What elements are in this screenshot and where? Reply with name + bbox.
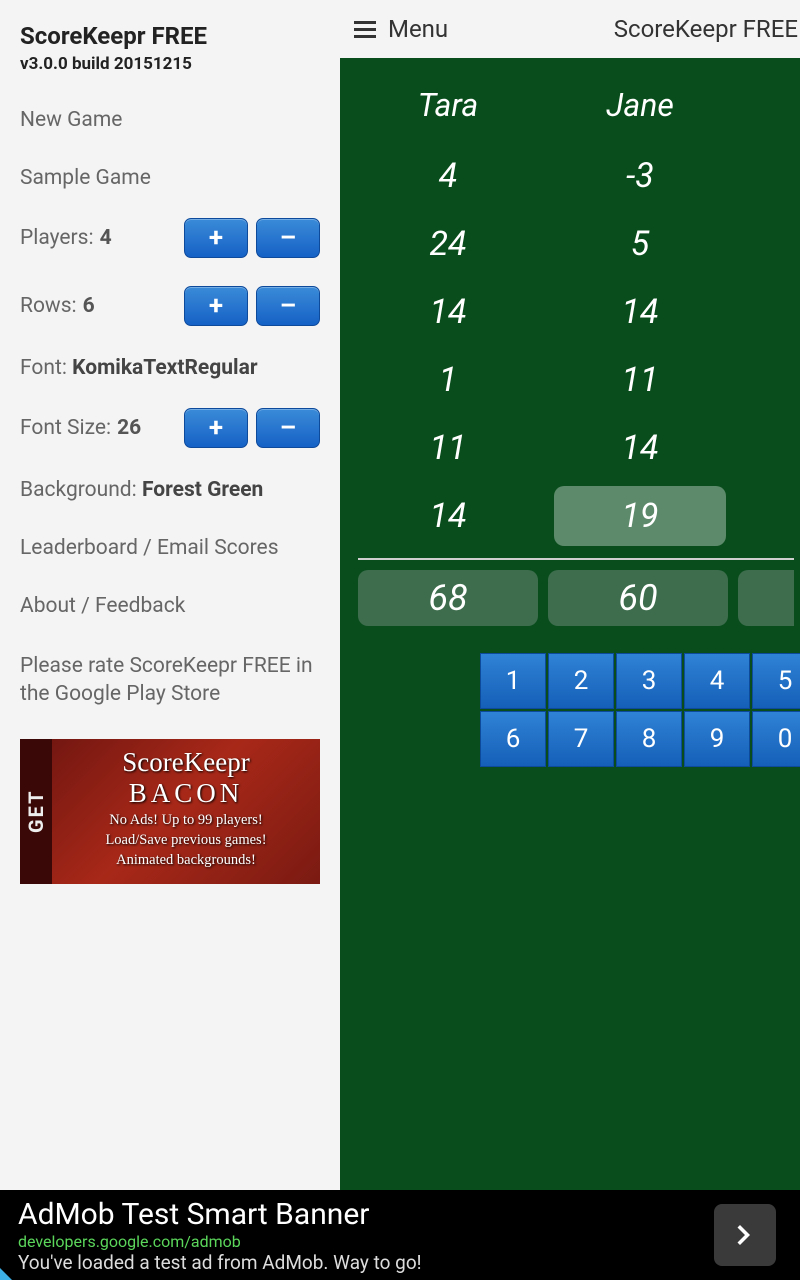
leaderboard-link[interactable]: Leaderboard / Email Scores [20, 536, 320, 560]
promo-line1: No Ads! Up to 99 players! [58, 811, 314, 829]
keypad-key-8[interactable]: 8 [616, 711, 682, 767]
ad-description: You've loaded a test ad from AdMob. Way … [18, 1251, 422, 1274]
promo-get-label: GET [20, 739, 52, 884]
new-game-link[interactable]: New Game [20, 108, 320, 132]
font-size-value: 26 [117, 416, 141, 440]
font-value: KomikaTextRegular [72, 356, 257, 380]
keypad-key-4[interactable]: 4 [684, 653, 750, 709]
players-plus-button[interactable]: + [184, 218, 248, 258]
main-header: Menu ScoreKeepr FREE [340, 0, 800, 58]
score-cell[interactable]: 1 [354, 346, 542, 414]
player-total: 60 [548, 570, 728, 626]
menu-label[interactable]: Menu [388, 15, 448, 43]
keypad-key-1[interactable]: 1 [480, 653, 546, 709]
total-divider [358, 558, 794, 560]
player-column: Jane-3514111419 [546, 78, 734, 550]
players-setting: Players: 4 + – [20, 218, 320, 258]
rate-link[interactable]: Please rate ScoreKeepr FREE in the Googl… [20, 652, 320, 709]
score-cell[interactable]: 24 [354, 210, 542, 278]
rows-label: Rows: [20, 294, 77, 318]
font-size-label: Font Size: [20, 416, 111, 440]
header-app-title: ScoreKeepr FREE [614, 15, 798, 43]
promo-subtitle: BACON [58, 778, 314, 809]
sidebar: ScoreKeepr FREE v3.0.0 build 20151215 Ne… [0, 0, 340, 1190]
sample-game-link[interactable]: Sample Game [20, 166, 320, 190]
score-cell[interactable]: 4 [354, 142, 542, 210]
font-size-minus-button[interactable]: – [256, 408, 320, 448]
score-cell[interactable]: 14 [354, 482, 542, 550]
promo-line3: Animated backgrounds! [58, 851, 314, 869]
player-name[interactable]: Tara [354, 78, 542, 142]
score-cell[interactable]: 14 [354, 278, 542, 346]
player-column: Tara4241411114 [354, 78, 542, 550]
player-total: 68 [358, 570, 538, 626]
score-cell[interactable]: 11 [546, 346, 734, 414]
keypad-key-0[interactable]: 0 [752, 711, 800, 767]
keypad-key-5[interactable]: 5 [752, 653, 800, 709]
keypad-key-6[interactable]: 6 [480, 711, 546, 767]
main: Menu ScoreKeepr FREE Tara4241411114Jane-… [340, 0, 800, 1190]
ad-banner[interactable]: AdMob Test Smart Banner developers.googl… [0, 1190, 800, 1280]
background-label: Background: [20, 478, 137, 502]
background-value: Forest Green [142, 478, 263, 502]
players-value: 4 [100, 226, 112, 250]
chevron-right-icon [730, 1220, 760, 1250]
app-version: v3.0.0 build 20151215 [20, 54, 320, 74]
players-label: Players: [20, 226, 94, 250]
menu-icon[interactable] [354, 21, 376, 38]
rows-setting: Rows: 6 + – [20, 286, 320, 326]
app-title: ScoreKeepr FREE [20, 22, 320, 50]
font-setting[interactable]: Font: KomikaTextRegular [20, 356, 320, 380]
player-total [738, 570, 794, 626]
score-cell[interactable]: 5 [546, 210, 734, 278]
rows-value: 6 [83, 294, 95, 318]
score-cell[interactable]: 19 [554, 486, 726, 546]
ad-arrow-button[interactable] [714, 1204, 776, 1266]
score-cell[interactable]: -3 [546, 142, 734, 210]
font-label: Font: [20, 356, 67, 380]
keypad-key-3[interactable]: 3 [616, 653, 682, 709]
score-cell[interactable]: 14 [546, 278, 734, 346]
promo-line2: Load/Save previous games! [58, 831, 314, 849]
promo-title: ScoreKeepr [58, 747, 314, 778]
player-name[interactable]: Jane [546, 78, 734, 142]
keypad-key-2[interactable]: 2 [548, 653, 614, 709]
number-keypad: 12345 67890 [480, 653, 800, 767]
rows-minus-button[interactable]: – [256, 286, 320, 326]
players-minus-button[interactable]: – [256, 218, 320, 258]
ad-info-icon[interactable] [0, 1268, 12, 1280]
keypad-key-7[interactable]: 7 [548, 711, 614, 767]
score-cell[interactable]: 14 [546, 414, 734, 482]
keypad-key-9[interactable]: 9 [684, 711, 750, 767]
background-setting[interactable]: Background: Forest Green [20, 478, 320, 502]
score-board: Tara4241411114Jane-3514111419 6860 12345… [340, 58, 800, 1190]
font-size-setting: Font Size: 26 + – [20, 408, 320, 448]
ad-title: AdMob Test Smart Banner [18, 1197, 422, 1232]
ad-url: developers.google.com/admob [18, 1232, 422, 1251]
about-link[interactable]: About / Feedback [20, 594, 320, 618]
font-size-plus-button[interactable]: + [184, 408, 248, 448]
promo-banner[interactable]: GET ScoreKeepr BACON No Ads! Up to 99 pl… [20, 739, 320, 884]
score-cell[interactable]: 11 [354, 414, 542, 482]
rows-plus-button[interactable]: + [184, 286, 248, 326]
